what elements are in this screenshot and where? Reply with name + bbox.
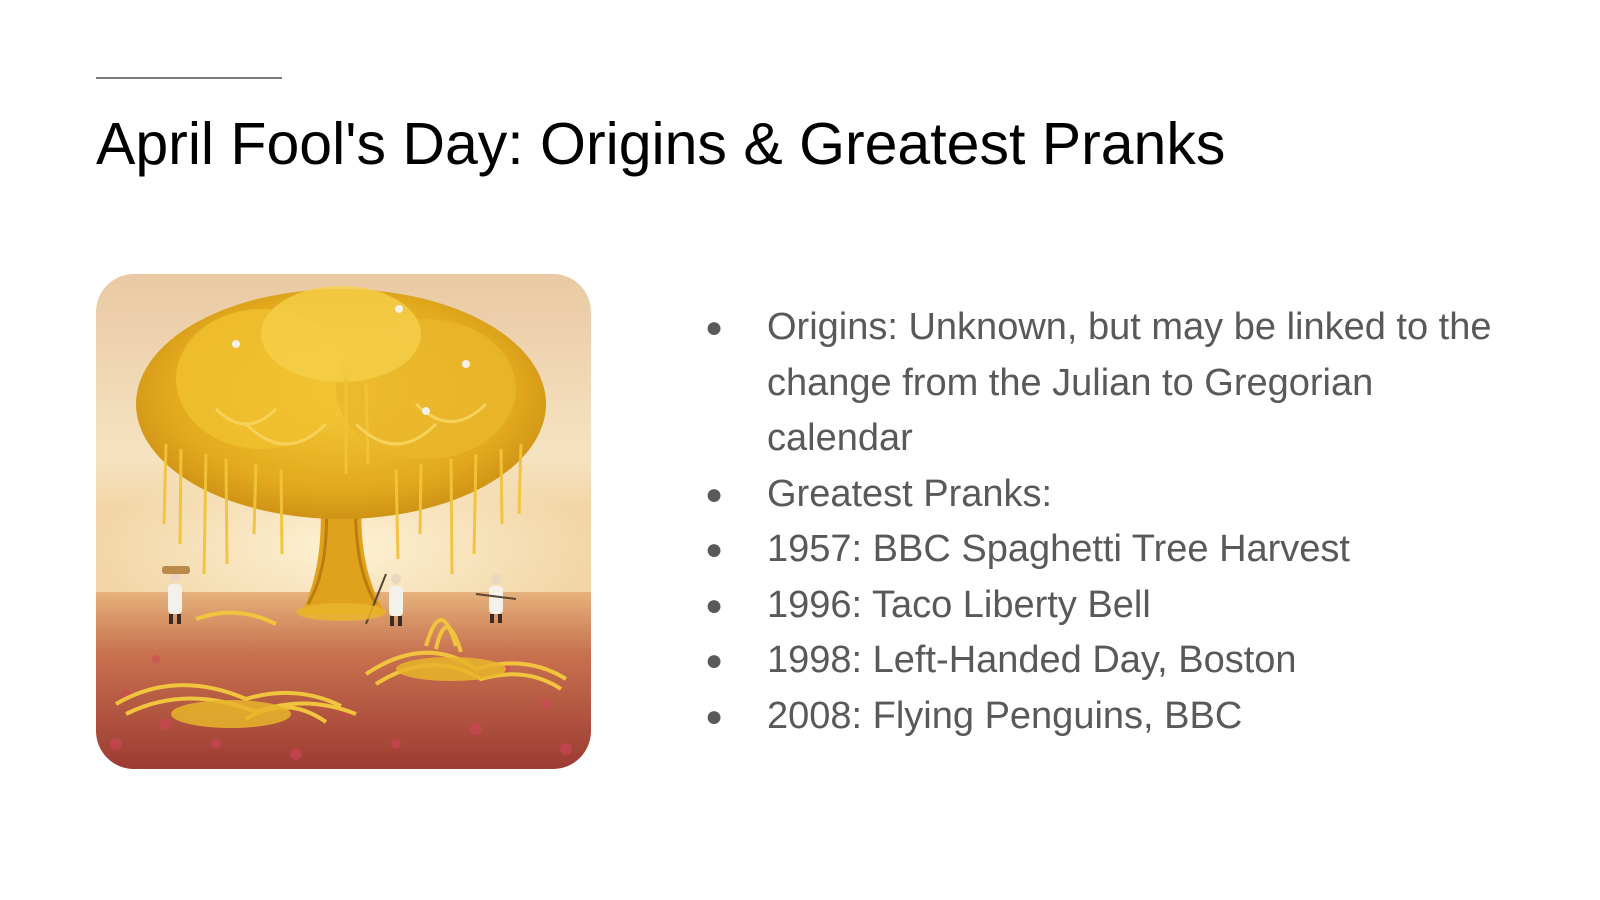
bullet-text: Origins: Unknown, but may be linked to t… xyxy=(767,306,1492,459)
bullet-2008: ● 2008: Flying Penguins, BBC xyxy=(705,689,1505,745)
bullet-list: ● Origins: Unknown, but may be linked to… xyxy=(705,300,1505,744)
bullet-text: 1996: Taco Liberty Bell xyxy=(767,583,1151,626)
bullet-text: 1957: BBC Spaghetti Tree Harvest xyxy=(767,528,1350,570)
bullet-1957: ● 1957: BBC Spaghetti Tree Harvest xyxy=(705,522,1505,578)
bullet-dot: ● xyxy=(705,477,724,511)
bullet-text: 1998: Left-Handed Day, Boston xyxy=(767,639,1297,681)
slide-title: April Fool's Day: Origins & Greatest Pra… xyxy=(96,111,1226,177)
spaghetti-tree-illustration xyxy=(96,274,591,769)
bullet-dot: ● xyxy=(705,699,724,733)
title-rule xyxy=(96,77,282,79)
bullet-greatest-pranks: ● Greatest Pranks: xyxy=(705,467,1505,523)
slide: April Fool's Day: Origins & Greatest Pra… xyxy=(0,0,1600,900)
bullet-origins: ● Origins: Unknown, but may be linked to… xyxy=(705,300,1505,467)
bullet-1996: ● 1996: Taco Liberty Bell xyxy=(705,578,1505,634)
bullet-dot: ● xyxy=(705,533,724,566)
bullet-text: Greatest Pranks: xyxy=(767,472,1053,515)
bullet-dot: ● xyxy=(705,311,724,344)
bullet-dot: ● xyxy=(705,588,724,622)
bullet-dot: ● xyxy=(705,644,724,677)
bullet-text: 2008: Flying Penguins, BBC xyxy=(767,694,1243,737)
bullet-1998: ● 1998: Left-Handed Day, Boston xyxy=(705,633,1505,689)
